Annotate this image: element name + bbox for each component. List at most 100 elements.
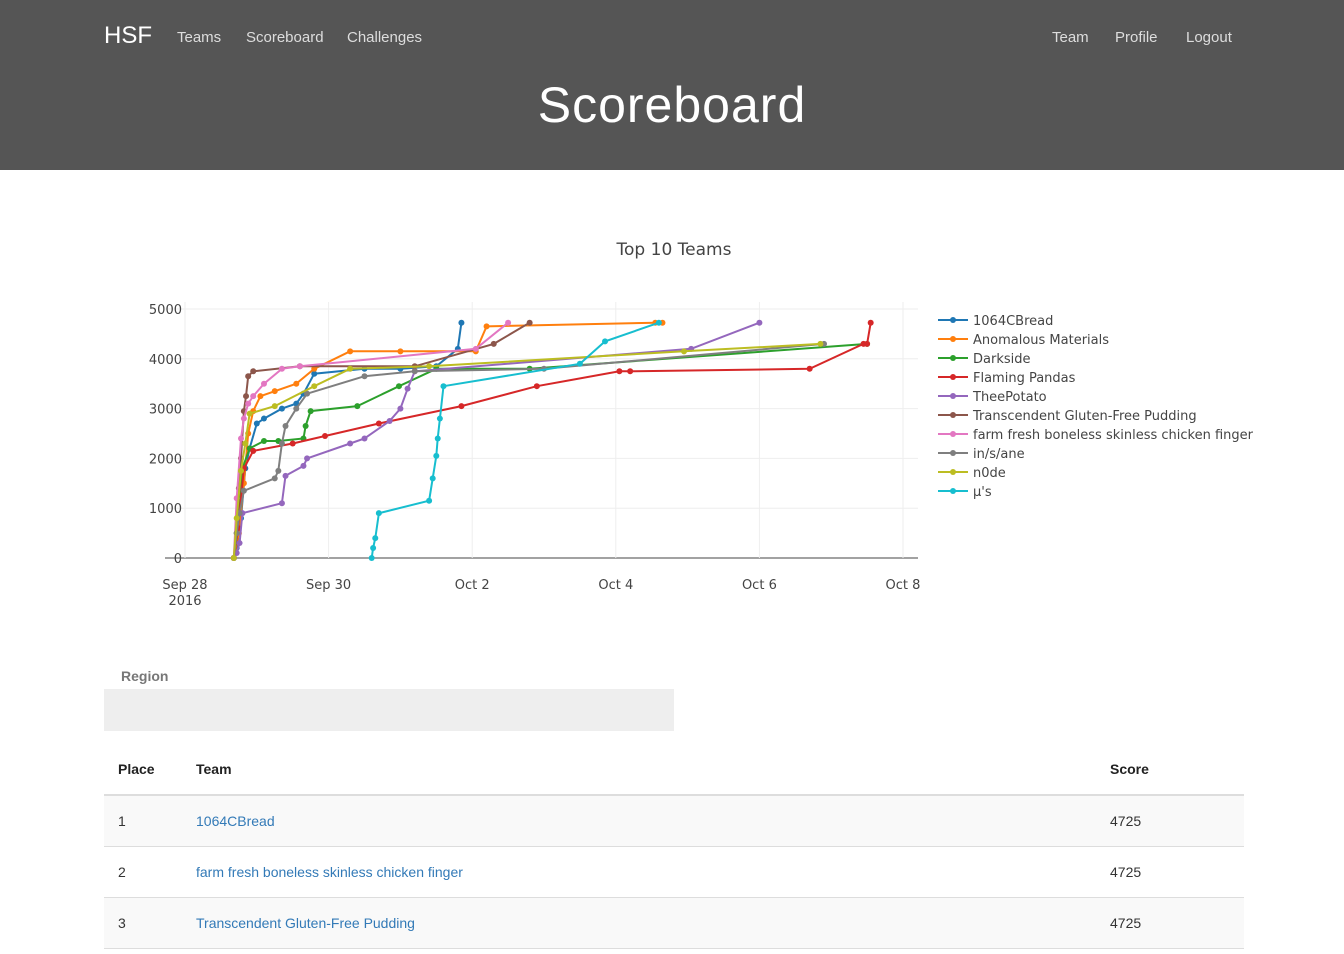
nav-link-profile[interactable]: Profile [1115,29,1158,46]
data-point [429,475,436,482]
data-point [440,383,447,390]
data-point [616,368,623,375]
data-point [434,435,441,442]
y-tick-label: 4000 [149,353,182,368]
y-tick-label: 0 [174,552,182,567]
y-tick-label: 3000 [149,403,182,418]
chart-series [230,319,874,561]
data-point [354,403,361,410]
region-select[interactable] [104,689,674,731]
legend-item[interactable]: TheePotato [938,390,1047,405]
data-point [278,500,285,507]
legend-label: farm fresh boneless skinless chicken fin… [973,428,1254,443]
legend-label: Anomalous Materials [973,333,1109,348]
series-line [232,321,663,559]
data-point [472,345,479,352]
x-tick-label: Oct 4 [598,578,633,593]
scoreboard-table: Place Team Score 1 1064CBread 4725 2 far… [104,744,1244,949]
data-point [756,319,763,326]
legend-swatch-marker [950,355,956,361]
legend-label: Darkside [973,352,1030,367]
data-point [311,383,318,390]
y-tick-label: 2000 [149,452,182,467]
data-point [260,437,267,444]
data-point [864,340,871,347]
series-line [232,342,821,559]
legend-swatch-marker [950,488,956,494]
header-team: Team [182,744,1096,796]
data-point [282,472,289,479]
data-point [361,435,368,442]
legend-item[interactable]: μ's [938,485,992,500]
x-axis-ticks: Sep 282016 Sep 30 Oct 2 Oct 4 Oct 6 Oct 8 [162,578,920,609]
data-point [375,510,382,517]
data-point [322,432,329,439]
legend-swatch-marker [950,374,956,380]
x-tick-label: Oct 6 [742,578,777,593]
data-point [253,420,260,427]
table-row: 2 farm fresh boneless skinless chicken f… [104,846,1244,898]
legend-swatch-marker [950,450,956,456]
nav-link-teams[interactable]: Teams [177,29,221,46]
nav-link-logout[interactable]: Logout [1186,29,1232,46]
legend-item[interactable]: Darkside [938,352,1030,367]
data-point [246,410,253,417]
team-link[interactable]: 1064CBread [196,813,275,829]
data-point [347,440,354,447]
nav-link-scoreboard[interactable]: Scoreboard [246,29,324,46]
data-point [275,467,282,474]
data-point [386,418,393,425]
data-point [375,420,382,427]
legend-item[interactable]: 1064CBread [938,314,1053,329]
data-point [243,393,250,400]
row-place: 1 [104,795,182,847]
data-point [627,368,634,375]
nav-link-challenges[interactable]: Challenges [347,29,422,46]
y-tick-label: 1000 [149,502,182,517]
data-point [245,400,252,407]
navbar: HSF Teams Scoreboard Challenges Team Pro… [0,0,1344,170]
legend-item[interactable]: n0de [938,466,1006,481]
legend-item[interactable]: Anomalous Materials [938,333,1109,348]
region-label: Region [121,668,169,684]
row-score: 4725 [1096,795,1244,847]
data-point [271,475,278,482]
data-point [655,319,662,326]
data-point [296,363,303,370]
data-point [278,365,285,372]
x-tick-sublabel: 2016 [168,594,201,609]
data-point [458,403,465,410]
table-row: 3 Transcendent Gluten-Free Pudding 4725 [104,897,1244,949]
team-link[interactable]: farm fresh boneless skinless chicken fin… [196,864,463,880]
data-point [397,405,404,412]
series-line [232,322,872,559]
data-point [236,540,243,547]
data-point [368,555,375,561]
data-point [526,319,533,326]
data-point [307,408,314,415]
legend-label: n0de [973,466,1006,481]
nav-link-team[interactable]: Team [1052,29,1089,46]
legend-item[interactable]: Transcendent Gluten-Free Pudding [938,409,1197,424]
row-score: 4725 [1096,846,1244,898]
series-3 [230,319,874,561]
team-link[interactable]: Transcendent Gluten-Free Pudding [196,915,415,931]
brand-logo[interactable]: HSF [104,22,152,50]
chart-title: Top 10 Teams [616,240,732,260]
header-place: Place [104,744,182,796]
x-tick-label: Oct 2 [455,578,490,593]
legend-item[interactable]: in/s/ane [938,447,1025,462]
data-point [250,447,257,454]
legend-item[interactable]: Flaming Pandas [938,371,1076,386]
data-point [681,348,688,355]
legend-swatch-marker [950,393,956,399]
data-point [490,340,497,347]
data-point [240,415,247,422]
table-row: 1 1064CBread 4725 [104,795,1244,847]
chart-grid [165,302,918,559]
data-point [282,423,289,430]
series-line [232,342,825,559]
legend-label: μ's [973,485,992,500]
data-point [361,373,368,380]
legend-item[interactable]: farm fresh boneless skinless chicken fin… [938,428,1254,443]
